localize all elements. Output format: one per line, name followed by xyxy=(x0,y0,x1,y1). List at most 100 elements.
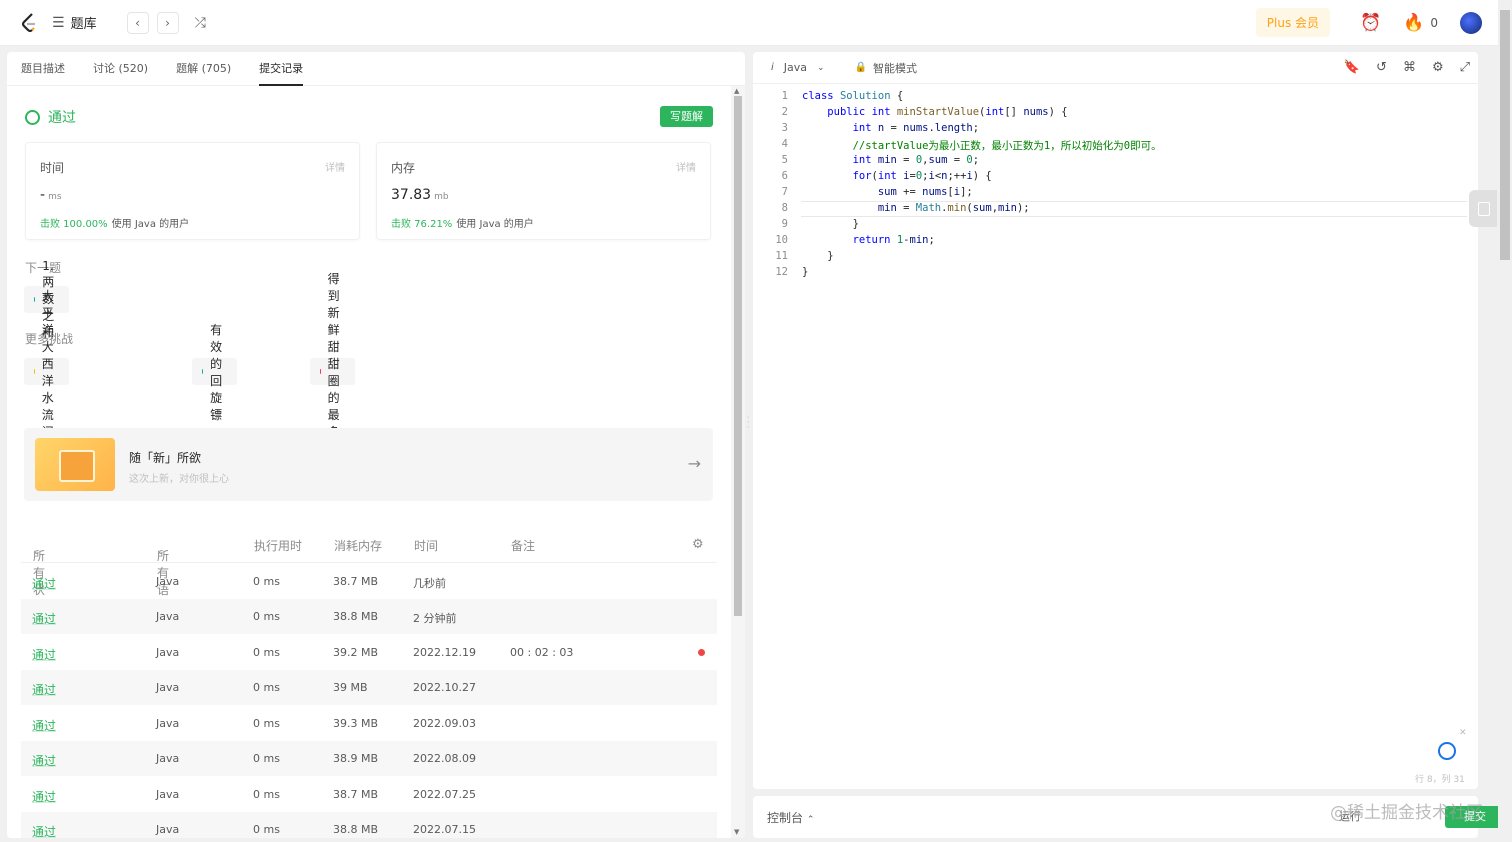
table-row[interactable]: 通过 Java 0 ms 38.8 MB 2 分钟前 xyxy=(21,599,717,634)
row-memory: 39 MB xyxy=(333,681,368,694)
settings-icon[interactable]: ⚙ xyxy=(1432,60,1444,75)
alarm-clock-icon: ⏰ xyxy=(1360,12,1382,33)
close-icon[interactable]: ✕ xyxy=(1459,728,1467,738)
code-line: class Solution { xyxy=(802,90,904,102)
tab-discussion[interactable]: 讨论 (520) xyxy=(93,52,148,86)
table-row[interactable]: 通过 Java 0 ms 39 MB 2022.10.27 xyxy=(21,670,717,705)
avatar[interactable] xyxy=(1460,11,1482,34)
code-comment: //startValue为最小正数，最小正数为1，所以初始化为0即可。 xyxy=(852,140,1162,152)
chevron-down-icon: ⌄ xyxy=(817,62,825,73)
gear-icon[interactable]: ⚙ xyxy=(692,537,704,552)
leetcode-logo-icon[interactable] xyxy=(20,12,40,33)
code-token: i xyxy=(953,186,961,198)
line-number: 8 xyxy=(781,202,788,214)
code-line: int n = nums.length; xyxy=(852,122,980,134)
submit-button[interactable]: 提交 xyxy=(1445,806,1505,828)
arrow-right-icon: → xyxy=(687,454,701,473)
reset-icon[interactable]: ↺ xyxy=(1376,60,1387,75)
row-language: Java xyxy=(156,681,180,694)
code-token: int xyxy=(852,122,872,134)
challenge-chip[interactable]: 得到新鲜甜甜圈的最多组数 xyxy=(310,272,356,473)
promo-title: 随「新」所欲 xyxy=(129,451,202,465)
note-dot-icon xyxy=(698,649,705,656)
runtime-card[interactable]: 时间 详情 - ms 击败 100.00% 使用 Java 的用户 xyxy=(25,142,360,240)
code-line: } xyxy=(802,266,809,278)
code-token: nums xyxy=(922,186,948,198)
console-toggle[interactable]: 控制台 ⌃ xyxy=(767,809,814,826)
tab-description[interactable]: 题目描述 xyxy=(21,52,65,86)
memory-number: 37.83 xyxy=(391,187,432,203)
row-runtime: 0 ms xyxy=(253,823,280,836)
shuffle-icon[interactable]: ⤮ xyxy=(195,15,206,31)
page-scrollbar[interactable] xyxy=(1498,0,1512,842)
language-label: Java xyxy=(783,61,808,74)
tab-submissions[interactable]: 提交记录 xyxy=(259,52,304,86)
plus-member-button[interactable]: Plus 会员 xyxy=(1255,8,1331,37)
status-text: 通过 xyxy=(48,110,76,126)
document-float-icon[interactable] xyxy=(1469,190,1497,227)
row-status[interactable]: 通过 xyxy=(32,752,56,769)
code-token: nums xyxy=(1023,106,1049,118)
code-token: Solution xyxy=(839,90,891,102)
memory-label: 内存 xyxy=(391,161,416,175)
chevron-right-icon: › xyxy=(165,15,170,30)
page-scrollbar-thumb[interactable] xyxy=(1500,10,1510,260)
code-token: sum xyxy=(972,202,992,214)
code-line: //startValue为最小正数，最小正数为1，所以初始化为0即可。 xyxy=(802,138,1162,153)
row-status[interactable]: 通过 xyxy=(32,646,56,663)
editor-panel: i Java ⌄ 🔒 智能模式 🔖 ↺ ⌘ ⚙ ⤢ 1 2 3 4 5 6 7 … xyxy=(753,52,1478,789)
row-memory: 38.7 MB xyxy=(333,575,379,588)
scroll-down-icon[interactable]: ▼ xyxy=(734,828,739,836)
next-problem-button[interactable]: › xyxy=(156,11,179,34)
row-runtime: 0 ms xyxy=(253,788,280,801)
feedback-smile-icon[interactable] xyxy=(1438,742,1456,760)
bookmark-icon[interactable]: 🔖 xyxy=(1344,60,1360,75)
row-status[interactable]: 通过 xyxy=(32,788,56,805)
chevron-down-icon: ⌄ xyxy=(157,547,165,557)
row-status[interactable]: 通过 xyxy=(32,575,56,592)
write-solution-button[interactable]: 写题解 xyxy=(660,106,713,127)
table-row[interactable]: 通过 Java 0 ms 38.9 MB 2022.08.09 xyxy=(21,741,717,776)
promo-banner[interactable]: 随「新」所欲 这次上新，对你很上心 → xyxy=(24,428,713,501)
challenge-label: 有效的回旋镖 xyxy=(210,322,223,422)
memory-detail-link[interactable]: 详情 xyxy=(676,159,696,174)
row-status[interactable]: 通过 xyxy=(32,717,56,734)
lock-icon: 🔒 xyxy=(854,62,868,73)
streak-button[interactable]: 🔥 0 xyxy=(1403,13,1438,33)
row-status[interactable]: 通过 xyxy=(32,681,56,698)
line-number: 10 xyxy=(775,234,788,246)
code-line: public int minStartValue(int[] nums) { xyxy=(827,106,1068,118)
panel-resize-handle[interactable]: · · · xyxy=(747,414,750,432)
challenge-chip[interactable]: 有效的回旋镖 xyxy=(192,323,238,422)
language-select[interactable]: i Java ⌄ xyxy=(771,61,825,74)
left-scrollbar[interactable]: ▲ ▼ xyxy=(731,86,745,838)
hard-dot-icon xyxy=(320,369,321,374)
code-token: int xyxy=(985,106,1005,118)
table-row[interactable]: 通过 Java 0 ms 39.3 MB 2022.09.03 xyxy=(21,706,717,741)
problem-bank-button[interactable]: ☰ 题库 xyxy=(52,13,97,33)
runtime-detail-link[interactable]: 详情 xyxy=(325,159,345,174)
challenge-chip[interactable]: 太平洋大西洋水流问题 xyxy=(24,289,70,456)
alarm-button[interactable]: ⏰ xyxy=(1360,13,1381,33)
fullscreen-icon[interactable]: ⤢ xyxy=(1460,60,1470,75)
smart-mode-toggle[interactable]: 🔒 智能模式 xyxy=(855,60,917,76)
row-note: 00 : 02 : 03 xyxy=(510,646,574,659)
runtime-label: 时间 xyxy=(40,161,65,175)
scroll-up-icon[interactable]: ▲ xyxy=(734,87,739,95)
row-status[interactable]: 通过 xyxy=(32,823,56,838)
row-runtime: 0 ms xyxy=(253,717,280,730)
table-row[interactable]: 通过 Java 0 ms 38.7 MB 2022.07.25 xyxy=(21,777,717,812)
memory-card[interactable]: 内存 详情 37.83 mb 击败 76.21% 使用 Java 的用户 xyxy=(376,142,711,240)
flame-icon: 🔥 xyxy=(1403,12,1425,33)
tab-solutions[interactable]: 题解 (705) xyxy=(176,52,231,86)
promo-subtitle: 这次上新，对你很上心 xyxy=(129,474,229,485)
table-row[interactable]: 通过 Java 0 ms 38.7 MB 几秒前 xyxy=(21,564,717,599)
row-status[interactable]: 通过 xyxy=(32,610,56,627)
prev-problem-button[interactable]: ‹ xyxy=(126,11,149,34)
medium-dot-icon xyxy=(34,369,35,374)
scrollbar-thumb[interactable] xyxy=(734,96,742,616)
table-row[interactable]: 通过 Java 0 ms 39.2 MB 2022.12.19 00 : 02 … xyxy=(21,635,717,670)
command-icon[interactable]: ⌘ xyxy=(1403,60,1416,75)
code-token: sum xyxy=(877,186,897,198)
table-row[interactable]: 通过 Java 0 ms 38.8 MB 2022.07.15 xyxy=(21,812,717,838)
